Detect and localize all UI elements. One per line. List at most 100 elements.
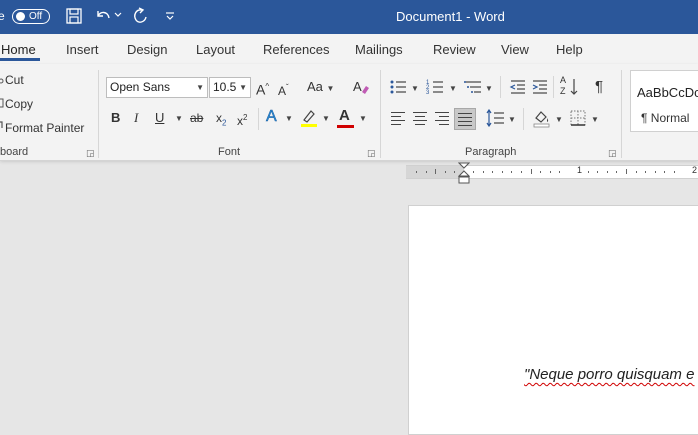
grow-font-letter: A: [256, 81, 266, 98]
superscript-mark: 2: [243, 113, 248, 122]
redo-icon[interactable]: [131, 7, 149, 25]
ruler-tick: [483, 171, 484, 173]
ruler-tick: [416, 171, 417, 173]
title-bar: e Off Document1 - Word: [0, 0, 698, 34]
tab-mailings[interactable]: Mailings: [355, 42, 403, 57]
align-right-button[interactable]: [433, 109, 451, 127]
tab-help[interactable]: Help: [556, 42, 583, 57]
ruler-tick: [502, 171, 503, 173]
align-center-button[interactable]: [411, 109, 429, 127]
line-spacing-icon[interactable]: [486, 109, 506, 127]
ruler-tick: [435, 169, 436, 174]
text-effects-dropdown-icon[interactable]: ▼: [285, 110, 293, 128]
tab-view[interactable]: View: [501, 42, 529, 57]
font-color-button[interactable]: A: [339, 107, 350, 125]
undo-dropdown-icon[interactable]: [114, 12, 122, 18]
bullets-icon[interactable]: [389, 78, 409, 96]
clipboard-launcher-icon[interactable]: ◲: [86, 148, 95, 159]
ruler-tick: [626, 169, 627, 174]
highlight-dropdown-icon[interactable]: ▼: [322, 110, 330, 128]
bold-button[interactable]: B: [111, 109, 120, 127]
line-spacing-dropdown-icon[interactable]: ▼: [508, 111, 516, 129]
autosave-label: e: [0, 9, 5, 23]
svg-text:A: A: [353, 79, 362, 94]
align-left-button[interactable]: [389, 109, 407, 127]
font-row-divider: [258, 108, 259, 130]
autosave-toggle[interactable]: Off: [12, 9, 50, 24]
document-page[interactable]: "Neque porro quisquam e: [408, 205, 698, 435]
ruler-tick: [511, 171, 512, 173]
tab-references[interactable]: References: [263, 42, 329, 57]
justify-button[interactable]: [454, 108, 476, 130]
change-case-button[interactable]: Aa ▼: [307, 78, 334, 98]
numbering-dropdown-icon[interactable]: ▼: [449, 80, 457, 98]
multilevel-dropdown-icon[interactable]: ▼: [485, 80, 493, 98]
font-color-dropdown-icon[interactable]: ▼: [359, 110, 367, 128]
underline-button[interactable]: U: [155, 109, 164, 127]
style-preview: AaBbCcDc: [637, 85, 698, 100]
font-name-dropdown[interactable]: Open Sans ▼: [106, 77, 208, 98]
show-formatting-marks-button[interactable]: ¶: [595, 78, 603, 96]
sort-arrow-icon: [570, 79, 578, 95]
active-tab-indicator: [0, 58, 40, 61]
font-size-value: 10.5: [213, 80, 237, 94]
chevron-down-icon: ▼: [196, 83, 204, 92]
horizontal-ruler[interactable]: 1 2: [406, 165, 698, 179]
document-text[interactable]: "Neque porro quisquam e: [524, 366, 694, 383]
ruler-tick: [636, 171, 637, 173]
superscript-button[interactable]: x2: [237, 109, 247, 130]
bullets-dropdown-icon[interactable]: ▼: [411, 80, 419, 98]
numbering-icon[interactable]: 1 2 3: [426, 78, 446, 96]
ruler-tick: [655, 171, 656, 173]
undo-icon[interactable]: [94, 7, 112, 25]
shading-icon[interactable]: [532, 108, 552, 128]
font-launcher-icon[interactable]: ◲: [367, 148, 376, 159]
clipboard-group-label: board: [0, 146, 29, 158]
multilevel-list-icon[interactable]: [464, 78, 484, 96]
decrease-indent-icon[interactable]: [509, 78, 527, 96]
tab-home[interactable]: Home: [1, 42, 36, 57]
save-icon[interactable]: [65, 7, 83, 25]
italic-button[interactable]: I: [134, 109, 138, 127]
ruler-tick: [559, 171, 560, 173]
subscript-mark: 2: [222, 118, 227, 128]
format-painter-button[interactable]: Format Painter: [5, 121, 84, 135]
increase-indent-icon[interactable]: [531, 78, 549, 96]
text-effects-button[interactable]: A: [266, 108, 277, 126]
copy-button[interactable]: Copy: [5, 97, 33, 111]
underline-dropdown-icon[interactable]: ▼: [175, 110, 183, 128]
shrink-font-button[interactable]: Aˇ: [278, 79, 289, 100]
toggle-knob: [16, 12, 25, 21]
tab-review[interactable]: Review: [433, 42, 476, 57]
document-title: Document1 - Word: [396, 9, 505, 24]
svg-text:3: 3: [426, 90, 430, 96]
indent-marker-icon[interactable]: [458, 162, 470, 186]
ruler-tick: [588, 171, 589, 173]
ruler-tick: [521, 171, 522, 173]
borders-dropdown-icon[interactable]: ▼: [591, 111, 599, 129]
highlight-icon[interactable]: [300, 108, 318, 128]
group-divider: [380, 70, 381, 158]
tab-design[interactable]: Design: [127, 42, 167, 57]
font-size-dropdown[interactable]: 10.5 ▼: [209, 77, 251, 98]
sort-button[interactable]: A Z: [560, 75, 582, 100]
cut-button[interactable]: Cut: [5, 73, 24, 87]
tab-insert[interactable]: Insert: [66, 42, 99, 57]
ruler-tick: [492, 171, 493, 173]
style-normal[interactable]: AaBbCcDc ¶ Normal: [630, 70, 698, 132]
tab-layout[interactable]: Layout: [196, 42, 235, 57]
grow-font-button[interactable]: A^: [256, 78, 269, 99]
group-divider: [98, 70, 99, 158]
customize-qat-icon[interactable]: [165, 11, 175, 21]
paragraph-launcher-icon[interactable]: ◲: [608, 148, 617, 159]
borders-icon[interactable]: [569, 109, 587, 127]
subscript-button[interactable]: x2: [216, 109, 226, 132]
shading-dropdown-icon[interactable]: ▼: [555, 111, 563, 129]
sort-a-letter: A: [560, 75, 567, 85]
sort-z-letter: Z: [560, 86, 566, 96]
cut-icon: [0, 78, 4, 84]
clear-formatting-icon[interactable]: A: [352, 78, 370, 96]
ruler-tick: [664, 171, 665, 173]
strikethrough-button[interactable]: ab: [190, 109, 203, 127]
ribbon: Cut Copy Format Painter board ◲ Open San…: [0, 64, 698, 161]
